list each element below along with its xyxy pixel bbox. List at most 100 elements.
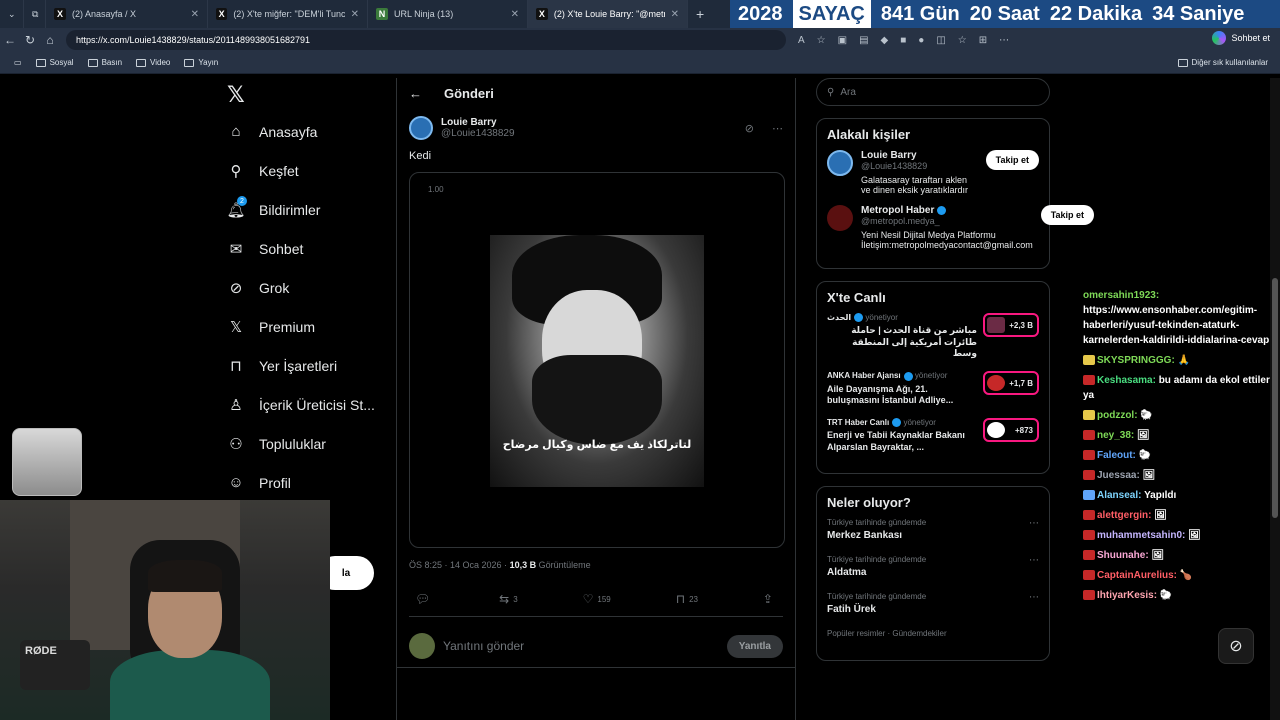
other-bookmarks[interactable]: Diğer sık kullanılanlar <box>1177 58 1268 67</box>
related-person[interactable]: Metropol Haber @metropol.medya_ Yeni Nes… <box>827 205 1095 250</box>
sidebar-item-notifications[interactable]: 🔔︎ 2 Bildirimler <box>215 190 395 229</box>
back-arrow-icon[interactable]: ← <box>409 86 422 101</box>
follow-button[interactable]: Takip et <box>1040 205 1095 225</box>
heart-icon: ♡ <box>582 592 594 606</box>
live-item[interactable]: ANKA Haber Ajansı yönetiyor Aile Dayanış… <box>827 371 1039 406</box>
sidebar-item-messages[interactable]: ✉ Sohbet <box>215 229 395 268</box>
live-source: TRT Haber Canlı <box>827 418 890 428</box>
trend-item[interactable]: Türkiye tarihinde gündemde Merkez Bankası… <box>827 518 1039 541</box>
sidebar-item-home[interactable]: ⌂ Anasayfa <box>215 112 395 151</box>
share-button[interactable]: ⇪ <box>763 592 773 606</box>
trend-item[interactable]: Popüler resimler · Gündemdekiler <box>827 629 1039 638</box>
live-thumbnail <box>987 375 1005 392</box>
live-item[interactable]: الحدث yönetiyor مباشر من قناة الحدث | حا… <box>827 313 1039 359</box>
extension-icon[interactable]: ◆ <box>881 35 889 46</box>
avatar[interactable] <box>827 205 853 231</box>
microphone: RØDE <box>20 640 90 690</box>
search-icon: ⚲ <box>230 162 242 180</box>
more-icon[interactable]: ⋯ <box>1029 555 1039 566</box>
url-bar[interactable]: https://x.com/Louie1438829/status/201148… <box>66 30 786 50</box>
extension-icon[interactable]: ● <box>918 35 924 46</box>
close-icon[interactable]: ✕ <box>671 9 679 20</box>
post-meta: ÖS 8:25 · 14 Oca 2026 · 10,3 B Görüntüle… <box>409 560 783 570</box>
chat-text: 🐑 <box>1137 410 1153 421</box>
x-logo-icon[interactable]: 𝕏 <box>215 78 395 112</box>
like-button[interactable]: ♡ 159 <box>583 592 611 606</box>
repost-button[interactable]: ⇆ 3 <box>499 592 518 606</box>
favorites-icon[interactable]: ☆ <box>958 35 967 46</box>
browser-tab-2[interactable]: X (2) X'te miğfer: "DEM'li Tuncer Bak... ✕ <box>208 0 368 28</box>
browser-tab-1[interactable]: X (2) Anasayfa / X ✕ <box>46 0 208 28</box>
sidebar-item-grok[interactable]: ⊘ Grok <box>215 268 395 307</box>
bookmark-button[interactable]: ⊓ 23 <box>676 592 698 606</box>
sidebar-item-creator-studio[interactable]: ♙ İçerik Üreticisi St... <box>215 385 395 424</box>
scrollbar-thumb[interactable] <box>1272 278 1278 518</box>
bookmark-folder[interactable]: Yayın <box>184 58 218 67</box>
copilot-chat-button[interactable]: Sohbet et <box>1212 31 1270 45</box>
bookmark-folder[interactable]: Video <box>136 58 170 67</box>
grok-floating-button[interactable]: ⊘ <box>1218 628 1254 664</box>
more-icon[interactable]: ⋯ <box>1029 518 1039 529</box>
trend-name: Fatih Ürek <box>827 603 876 615</box>
split-screen-icon[interactable]: ◫ <box>936 35 945 46</box>
browser-tab-bar: ⌄ ⧉ X (2) Anasayfa / X ✕ X (2) X'te miğfer:… <box>0 0 1280 28</box>
home-icon[interactable]: ⌂ <box>40 33 60 47</box>
sidebar-item-profile[interactable]: ☺ Profil <box>215 463 395 502</box>
person-handle: @metropol.medya_ <box>861 216 940 226</box>
browser-tab-4[interactable]: X (2) X'te Louie Barry: "@metro... ✕ <box>528 0 688 28</box>
collections-icon[interactable]: ⊞ <box>979 35 987 46</box>
favorite-star-icon[interactable]: ☆ <box>817 35 826 46</box>
search-input[interactable]: ⚲ Ara <box>816 78 1050 106</box>
close-icon[interactable]: ✕ <box>191 9 199 20</box>
sidebar-item-premium[interactable]: 𝕏 Premium <box>215 307 395 346</box>
workspaces-button[interactable]: ⧉ <box>24 0 46 28</box>
person-name[interactable]: Louie Barry <box>861 150 978 161</box>
close-icon[interactable]: ✕ <box>351 9 359 20</box>
person-name[interactable]: Metropol Haber <box>861 205 934 216</box>
extension-icon[interactable]: ■ <box>900 35 906 46</box>
tab-menu-button[interactable]: ⌄ <box>0 0 24 28</box>
extension-icon[interactable]: ▤ <box>859 35 868 46</box>
reply-button[interactable]: 💬︎ <box>415 592 434 606</box>
media-image[interactable]: لتاترلكاذ يف مع ضاس وكيال مرضاح <box>490 235 704 487</box>
avatar[interactable] <box>827 150 853 176</box>
reply-input[interactable]: Yanıtını gönder <box>443 639 719 653</box>
page-scrollbar[interactable] <box>1270 78 1280 720</box>
avatar[interactable] <box>409 116 433 140</box>
grok-icon[interactable]: ⊘ <box>745 122 754 135</box>
author-name[interactable]: Louie Barry <box>441 117 515 128</box>
glass-object <box>12 428 82 496</box>
post-time[interactable]: ÖS 8:25 · 14 Oca 2026 · <box>409 560 510 570</box>
follow-button[interactable]: Takip et <box>985 150 1039 170</box>
trend-item[interactable]: Türkiye tarihinde gündemde Fatih Ürek ⋯ <box>827 592 1039 615</box>
more-icon[interactable]: ⋯ <box>999 35 1009 46</box>
live-item[interactable]: TRT Haber Canlı yönetiyor Enerji ve Tabi… <box>827 418 1039 453</box>
live-count-badge: +873 <box>983 418 1039 443</box>
close-icon[interactable]: ✕ <box>511 9 519 20</box>
extension-icon[interactable]: ▣ <box>838 35 847 46</box>
chat-text: 🖼 <box>1139 470 1156 481</box>
bookmark-sidebar-icon[interactable]: ▭ <box>14 58 22 67</box>
sidebar-item-bookmarks[interactable]: ⊓ Yer İşaretleri <box>215 346 395 385</box>
refresh-icon[interactable]: ↻ <box>20 33 40 47</box>
bookmark-folder[interactable]: Basın <box>87 58 122 67</box>
related-person[interactable]: Louie Barry @Louie1438829 Galatasaray ta… <box>827 150 1039 195</box>
more-icon[interactable]: ⋯ <box>772 122 783 135</box>
sidebar-item-communities[interactable]: ⚇ Topluluklar <box>215 424 395 463</box>
sidebar-item-label: İçerik Üreticisi St... <box>259 396 375 413</box>
new-tab-button[interactable]: + <box>688 0 714 28</box>
read-aloud-icon[interactable]: A <box>798 35 805 46</box>
more-icon[interactable]: ⋯ <box>1029 592 1039 603</box>
reply-submit-button[interactable]: Yanıtla <box>726 634 783 658</box>
browser-tab-3[interactable]: N URL Ninja (13) ✕ <box>368 0 528 28</box>
badge-icon <box>1083 570 1095 581</box>
post-media[interactable]: 1.00 لتاترلكاذ يف مع ضاس وكيال مرضاح <box>409 172 785 548</box>
counter-label: SAYAÇ <box>792 0 871 28</box>
sidebar-item-explore[interactable]: ⚲ Keşfet <box>215 151 395 190</box>
chat-message: omersahin1923: https://www.ensonhaber.co… <box>1083 288 1273 348</box>
author-handle[interactable]: @Louie1438829 <box>441 128 515 139</box>
chat-user: ney_38: <box>1097 430 1135 441</box>
bookmark-folder[interactable]: Sosyal <box>35 58 74 67</box>
back-icon[interactable]: ← <box>0 33 20 47</box>
trend-item[interactable]: Türkiye tarihinde gündemde Aldatma ⋯ <box>827 555 1039 578</box>
